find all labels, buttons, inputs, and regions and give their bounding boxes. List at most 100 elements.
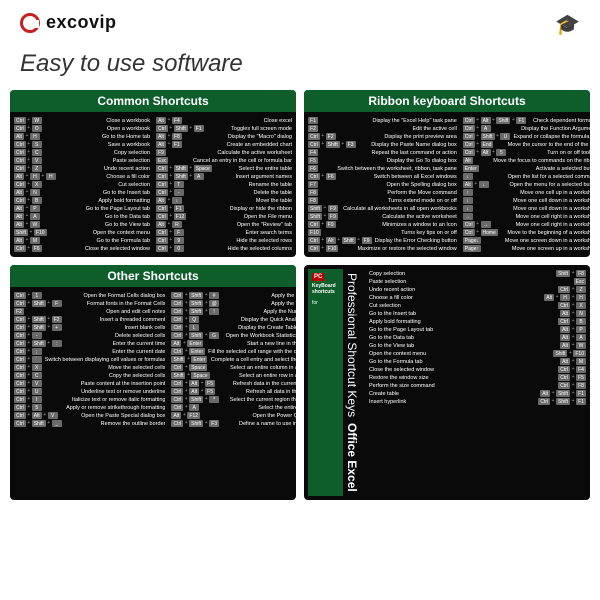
key-cap: Shift — [174, 165, 188, 172]
key-combo: Ctrl+B — [558, 318, 586, 325]
shortcut-row: Ctrl+Alt+5Turn on or off tooltips — [463, 149, 590, 156]
key-cap: I — [32, 396, 42, 403]
shortcut-row: Alt+H+HChoose a fill color — [14, 173, 150, 180]
key-combo: Alt+Shift+F1 — [540, 390, 586, 397]
shortcut-desc: Insert hyperlink — [369, 399, 535, 405]
key-combo: Alt+H+H — [544, 294, 586, 301]
panel-excel: PC KeyBoard shortcuts for Professional S… — [304, 265, 590, 500]
shortcut-row: Ctrl+Shift+:Enter the current time — [14, 340, 165, 347]
shortcut-row: Shift+SpaceSelect an entire row in a wor… — [171, 372, 296, 379]
key-cap: F5 — [576, 374, 586, 381]
key-cap: Alt — [14, 237, 24, 244]
shortcut-row: Ctrl+Shift+UExpand or collapse the formu… — [463, 133, 590, 140]
shortcut-desc: Move the selected cells — [45, 365, 166, 371]
key-cap: Ctrl — [171, 316, 183, 323]
key-combo: Page↓ — [463, 237, 481, 244]
shortcut-desc: Hide the selected rows — [187, 238, 292, 244]
shortcut-row: Alt+Shift+F1Create table — [369, 390, 586, 397]
key-cap: Shift — [174, 125, 188, 132]
shortcut-desc: Display the Error Checking button — [375, 238, 457, 244]
shortcut-desc: Display the Quick Analysis options — [202, 317, 296, 323]
shortcut-desc: Go to the Data tab — [43, 214, 150, 220]
shortcut-desc: Calculate the active worksheet — [341, 214, 457, 220]
key-combo: Ctrl+End — [463, 141, 494, 148]
key-cap: Alt — [326, 237, 336, 244]
key-combo: Shift+Enter — [171, 356, 207, 363]
shortcut-row: Ctrl+Shift+F3Define a name to use in ref… — [171, 420, 296, 427]
key-combo: Ctrl+Shift+F1 — [538, 398, 586, 405]
key-cap: ↓ — [463, 173, 473, 180]
key-cap: A — [189, 404, 199, 411]
key-cap: Ctrl — [14, 396, 26, 403]
key-cap: F — [52, 300, 62, 307]
logo-mark-icon — [20, 13, 40, 33]
shortcut-row: F8Perform the Move command — [308, 189, 457, 196]
shortcut-row: F9Calculate the active worksheet — [156, 149, 292, 156]
shortcut-row: Ctrl+SSave a workbook — [14, 141, 150, 148]
shortcut-desc: Apply bold formatting — [45, 198, 150, 204]
key-cap: Ctrl — [14, 197, 26, 204]
key-cap: Shift — [32, 316, 46, 323]
shortcut-desc: Move one screen up in a worksheet — [484, 246, 590, 252]
key-cap: Ctrl — [308, 237, 320, 244]
key-cap: - — [32, 332, 42, 339]
key-combo: Ctrl+V — [14, 157, 42, 164]
shortcut-desc: Check dependent formulas — [529, 118, 590, 124]
key-cap: F5 — [205, 380, 215, 387]
key-cap: Ctrl — [14, 149, 26, 156]
shortcut-desc: Enter the current time — [65, 341, 166, 347]
shortcut-row: Ctrl+Shift+#Apply the Date format — [171, 292, 296, 299]
key-cap: Shift — [171, 356, 185, 363]
key-cap: Ctrl — [463, 221, 475, 228]
key-cap: Shift — [342, 237, 356, 244]
key-cap: Ctrl — [558, 382, 570, 389]
key-cap: Ctrl — [14, 372, 26, 379]
shortcut-row: ↓Open the list for a selected command — [463, 173, 590, 180]
key-cap: Ctrl — [156, 205, 168, 212]
shortcut-desc: Activate a selected button — [482, 166, 590, 172]
shortcut-desc: Apply the Time format — [222, 301, 296, 307]
key-combo: Ctrl+F6 — [308, 173, 336, 180]
shortcut-desc: Go to the Page Layout tab — [43, 206, 150, 212]
key-cap: Enter — [463, 165, 479, 172]
key-cap: Ctrl — [14, 380, 26, 387]
key-combo: Ctrl+Alt+F5 — [171, 388, 215, 395]
shortcut-row: Ctrl+Shift+SpaceSelect the entire table — [156, 165, 292, 172]
shortcut-desc: Paste selection — [45, 158, 150, 164]
shortcut-desc: Display the Go To dialog box — [321, 158, 457, 164]
key-cap: Ctrl — [463, 133, 475, 140]
key-cap: Alt — [156, 117, 166, 124]
shortcut-row: Ctrl+ZUndo recent action — [14, 165, 150, 172]
key-cap: Ctrl — [463, 149, 475, 156]
key-cap: F1 — [516, 117, 526, 124]
key-cap: Alt — [171, 412, 181, 419]
shortcut-row: Ctrl+Shift+GOpen the Workbook Statistics… — [171, 332, 296, 339]
graduation-cap-icon: 🎓 — [555, 12, 580, 37]
key-cap: A — [30, 213, 40, 220]
shortcut-row: →Move one cell right in a worksheet — [463, 213, 590, 220]
key-cap: C — [32, 149, 42, 156]
key-combo: Ctrl+Shift+@ — [171, 300, 219, 307]
key-combo: F6 — [308, 165, 318, 172]
shortcut-desc: Close excel — [185, 118, 292, 124]
shortcut-desc: Define a name to use in references — [222, 421, 296, 427]
key-combo: Ctrl+; — [14, 348, 42, 355]
shortcut-row: Ctrl+`Switch between displaying cell val… — [14, 356, 165, 363]
key-combo: Ctrl+Shift+A — [156, 173, 204, 180]
key-cap: → — [463, 213, 473, 220]
shortcut-desc: Open the "Review" tab — [185, 222, 292, 228]
shortcut-row: Ctrl+VPaste selection — [14, 157, 150, 164]
shortcut-row: Ctrl+TRename the table — [156, 181, 292, 188]
excel-banner: PC KeyBoard shortcuts for Professional S… — [304, 265, 365, 500]
shortcut-row: Alt+↓Open the menu for a selected button — [463, 181, 590, 188]
shortcut-row: EscCancel an entry in the cell or formul… — [156, 157, 292, 164]
brand-name: excovip — [46, 12, 117, 33]
shortcut-desc: Go to the Home tab — [43, 134, 150, 140]
shortcut-desc: Close the selected window — [369, 367, 555, 373]
shortcut-desc: Move one cell right in a worksheet — [476, 214, 590, 220]
shortcut-row: Alt+F4Close excel — [156, 117, 292, 124]
key-combo: Ctrl+` — [14, 356, 42, 363]
shortcut-desc: Insert a threaded comment — [65, 317, 166, 323]
key-cap: Ctrl — [14, 324, 26, 331]
shortcut-row: Ctrl+WClose a workbook — [14, 117, 150, 124]
